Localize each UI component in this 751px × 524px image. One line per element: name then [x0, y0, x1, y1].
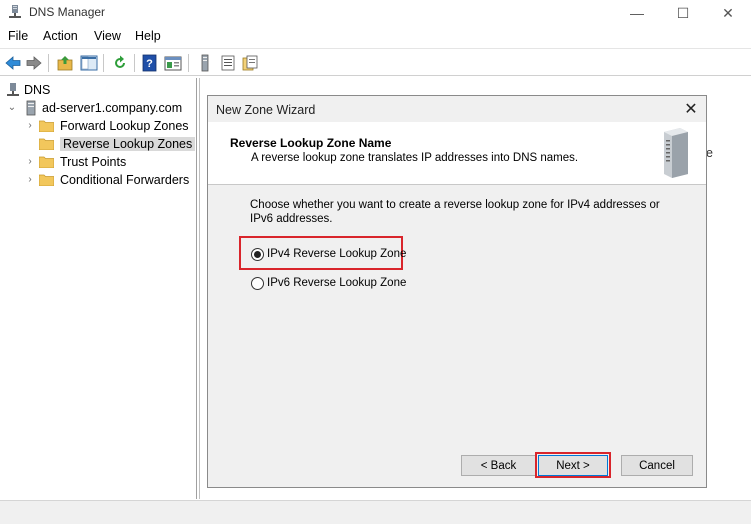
tree-label: Forward Lookup Zones — [60, 118, 189, 133]
title-bar: DNS Manager — ☐ ✕ — [0, 0, 751, 26]
toolbar: ? — [0, 48, 751, 76]
menu-view[interactable]: View — [94, 29, 121, 43]
chevron-right-icon[interactable]: › — [24, 174, 36, 186]
radio-label: IPv6 Reverse Lookup Zone — [267, 277, 407, 289]
minimize-button[interactable]: — — [614, 0, 660, 26]
back-arrow-icon[interactable] — [4, 54, 22, 72]
wizard-step-title: Reverse Lookup Zone Name — [230, 136, 392, 150]
toolbar-separator — [48, 54, 49, 72]
svg-text:?: ? — [146, 58, 153, 70]
chevron-right-icon[interactable]: › — [24, 156, 36, 168]
refresh-icon[interactable] — [111, 54, 129, 72]
menu-bar: File Action View Help — [0, 27, 751, 47]
radio-ipv4[interactable]: IPv4 Reverse Lookup Zone — [251, 245, 406, 263]
status-bar — [0, 500, 751, 524]
close-icon: ✕ — [684, 101, 698, 118]
server-icon — [26, 100, 36, 115]
menu-help[interactable]: Help — [135, 29, 161, 43]
new-zone-wizard-dialog: New Zone Wizard ✕ Reverse Lookup Zone Na… — [207, 95, 707, 488]
tree-item-reverse-lookup-zones[interactable]: Reverse Lookup Zones — [24, 135, 196, 152]
toolbar-separator — [188, 54, 189, 72]
toolbar-separator — [134, 54, 135, 72]
folder-icon — [39, 174, 54, 186]
list-icon[interactable] — [219, 54, 237, 72]
server-tower-icon — [664, 128, 688, 178]
instruction-text: Choose whether you want to create a reve… — [250, 199, 660, 225]
radio-button-checked[interactable] — [251, 247, 264, 261]
next-button[interactable]: Next > — [538, 455, 608, 476]
tree-label: Conditional Forwarders — [60, 172, 190, 187]
radio-dot — [254, 250, 261, 258]
folder-icon — [39, 138, 54, 150]
details-pane-text: e — [706, 146, 713, 160]
dialog-close-button[interactable]: ✕ — [682, 100, 700, 118]
dialog-title: New Zone Wizard — [216, 103, 316, 117]
tree-server[interactable]: ⌄ ad-server1.company.com — [6, 99, 182, 116]
console-tree: DNS ⌄ ad-server1.company.com › Forward L… — [0, 78, 197, 499]
tree-label: ad-server1.company.com — [42, 100, 183, 115]
maximize-button[interactable]: ☐ — [660, 0, 706, 26]
export-icon[interactable] — [241, 54, 259, 72]
properties-icon[interactable] — [164, 54, 182, 72]
tree-label: DNS — [24, 82, 51, 97]
radio-ipv6[interactable]: IPv6 Reverse Lookup Zone — [251, 274, 406, 292]
back-button[interactable]: < Back — [461, 455, 536, 476]
folder-icon — [39, 156, 54, 168]
up-folder-icon[interactable] — [56, 54, 74, 72]
tree-root-dns[interactable]: DNS — [6, 81, 50, 98]
dns-icon — [7, 82, 19, 96]
show-hide-tree-icon[interactable] — [80, 54, 98, 72]
radio-button-unchecked[interactable] — [251, 276, 264, 290]
wizard-header: Reverse Lookup Zone Name A reverse looku… — [208, 122, 706, 185]
minimize-icon: — — [630, 5, 644, 21]
help-icon[interactable]: ? — [141, 54, 159, 72]
wizard-step-subtitle: A reverse lookup zone translates IP addr… — [251, 152, 579, 164]
server-icon[interactable] — [196, 54, 214, 72]
toolbar-separator — [103, 54, 104, 72]
menu-action[interactable]: Action — [43, 29, 78, 43]
close-icon: ✕ — [722, 4, 734, 21]
radio-label: IPv4 Reverse Lookup Zone — [267, 248, 407, 260]
maximize-icon: ☐ — [676, 4, 690, 21]
tree-label: Trust Points — [60, 154, 127, 169]
close-button[interactable]: ✕ — [705, 0, 751, 26]
chevron-right-icon[interactable]: › — [24, 120, 36, 132]
tree-label: Reverse Lookup Zones — [60, 136, 196, 151]
folder-icon — [39, 120, 54, 132]
window-title: DNS Manager — [29, 5, 106, 19]
tree-item-trust-points[interactable]: › Trust Points — [24, 153, 126, 170]
dns-manager-icon — [9, 5, 21, 18]
tree-item-conditional-forwarders[interactable]: › Conditional Forwarders — [24, 171, 189, 188]
tree-item-forward-lookup-zones[interactable]: › Forward Lookup Zones — [24, 117, 189, 134]
wizard-body: Choose whether you want to create a reve… — [208, 186, 706, 446]
forward-arrow-icon[interactable] — [25, 54, 43, 72]
chevron-down-icon[interactable]: ⌄ — [6, 102, 18, 114]
cancel-button[interactable]: Cancel — [621, 455, 693, 476]
menu-file[interactable]: File — [8, 29, 28, 43]
